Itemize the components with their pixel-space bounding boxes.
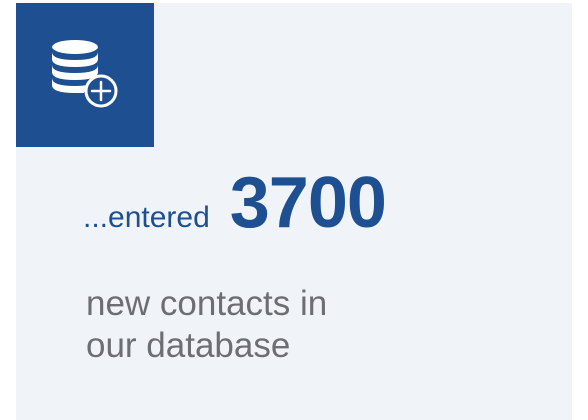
stat-prefix: ...entered	[83, 201, 210, 234]
stat-description-line-2: our database	[86, 326, 291, 365]
stat-description-line-1: new contacts in	[86, 284, 328, 323]
stat-headline: ...entered 3700	[83, 162, 387, 262]
database-add-icon	[52, 40, 118, 108]
stat-number: 3700	[229, 163, 387, 243]
stat-description: new contacts in our database	[86, 283, 327, 367]
icon-tile	[16, 3, 154, 147]
